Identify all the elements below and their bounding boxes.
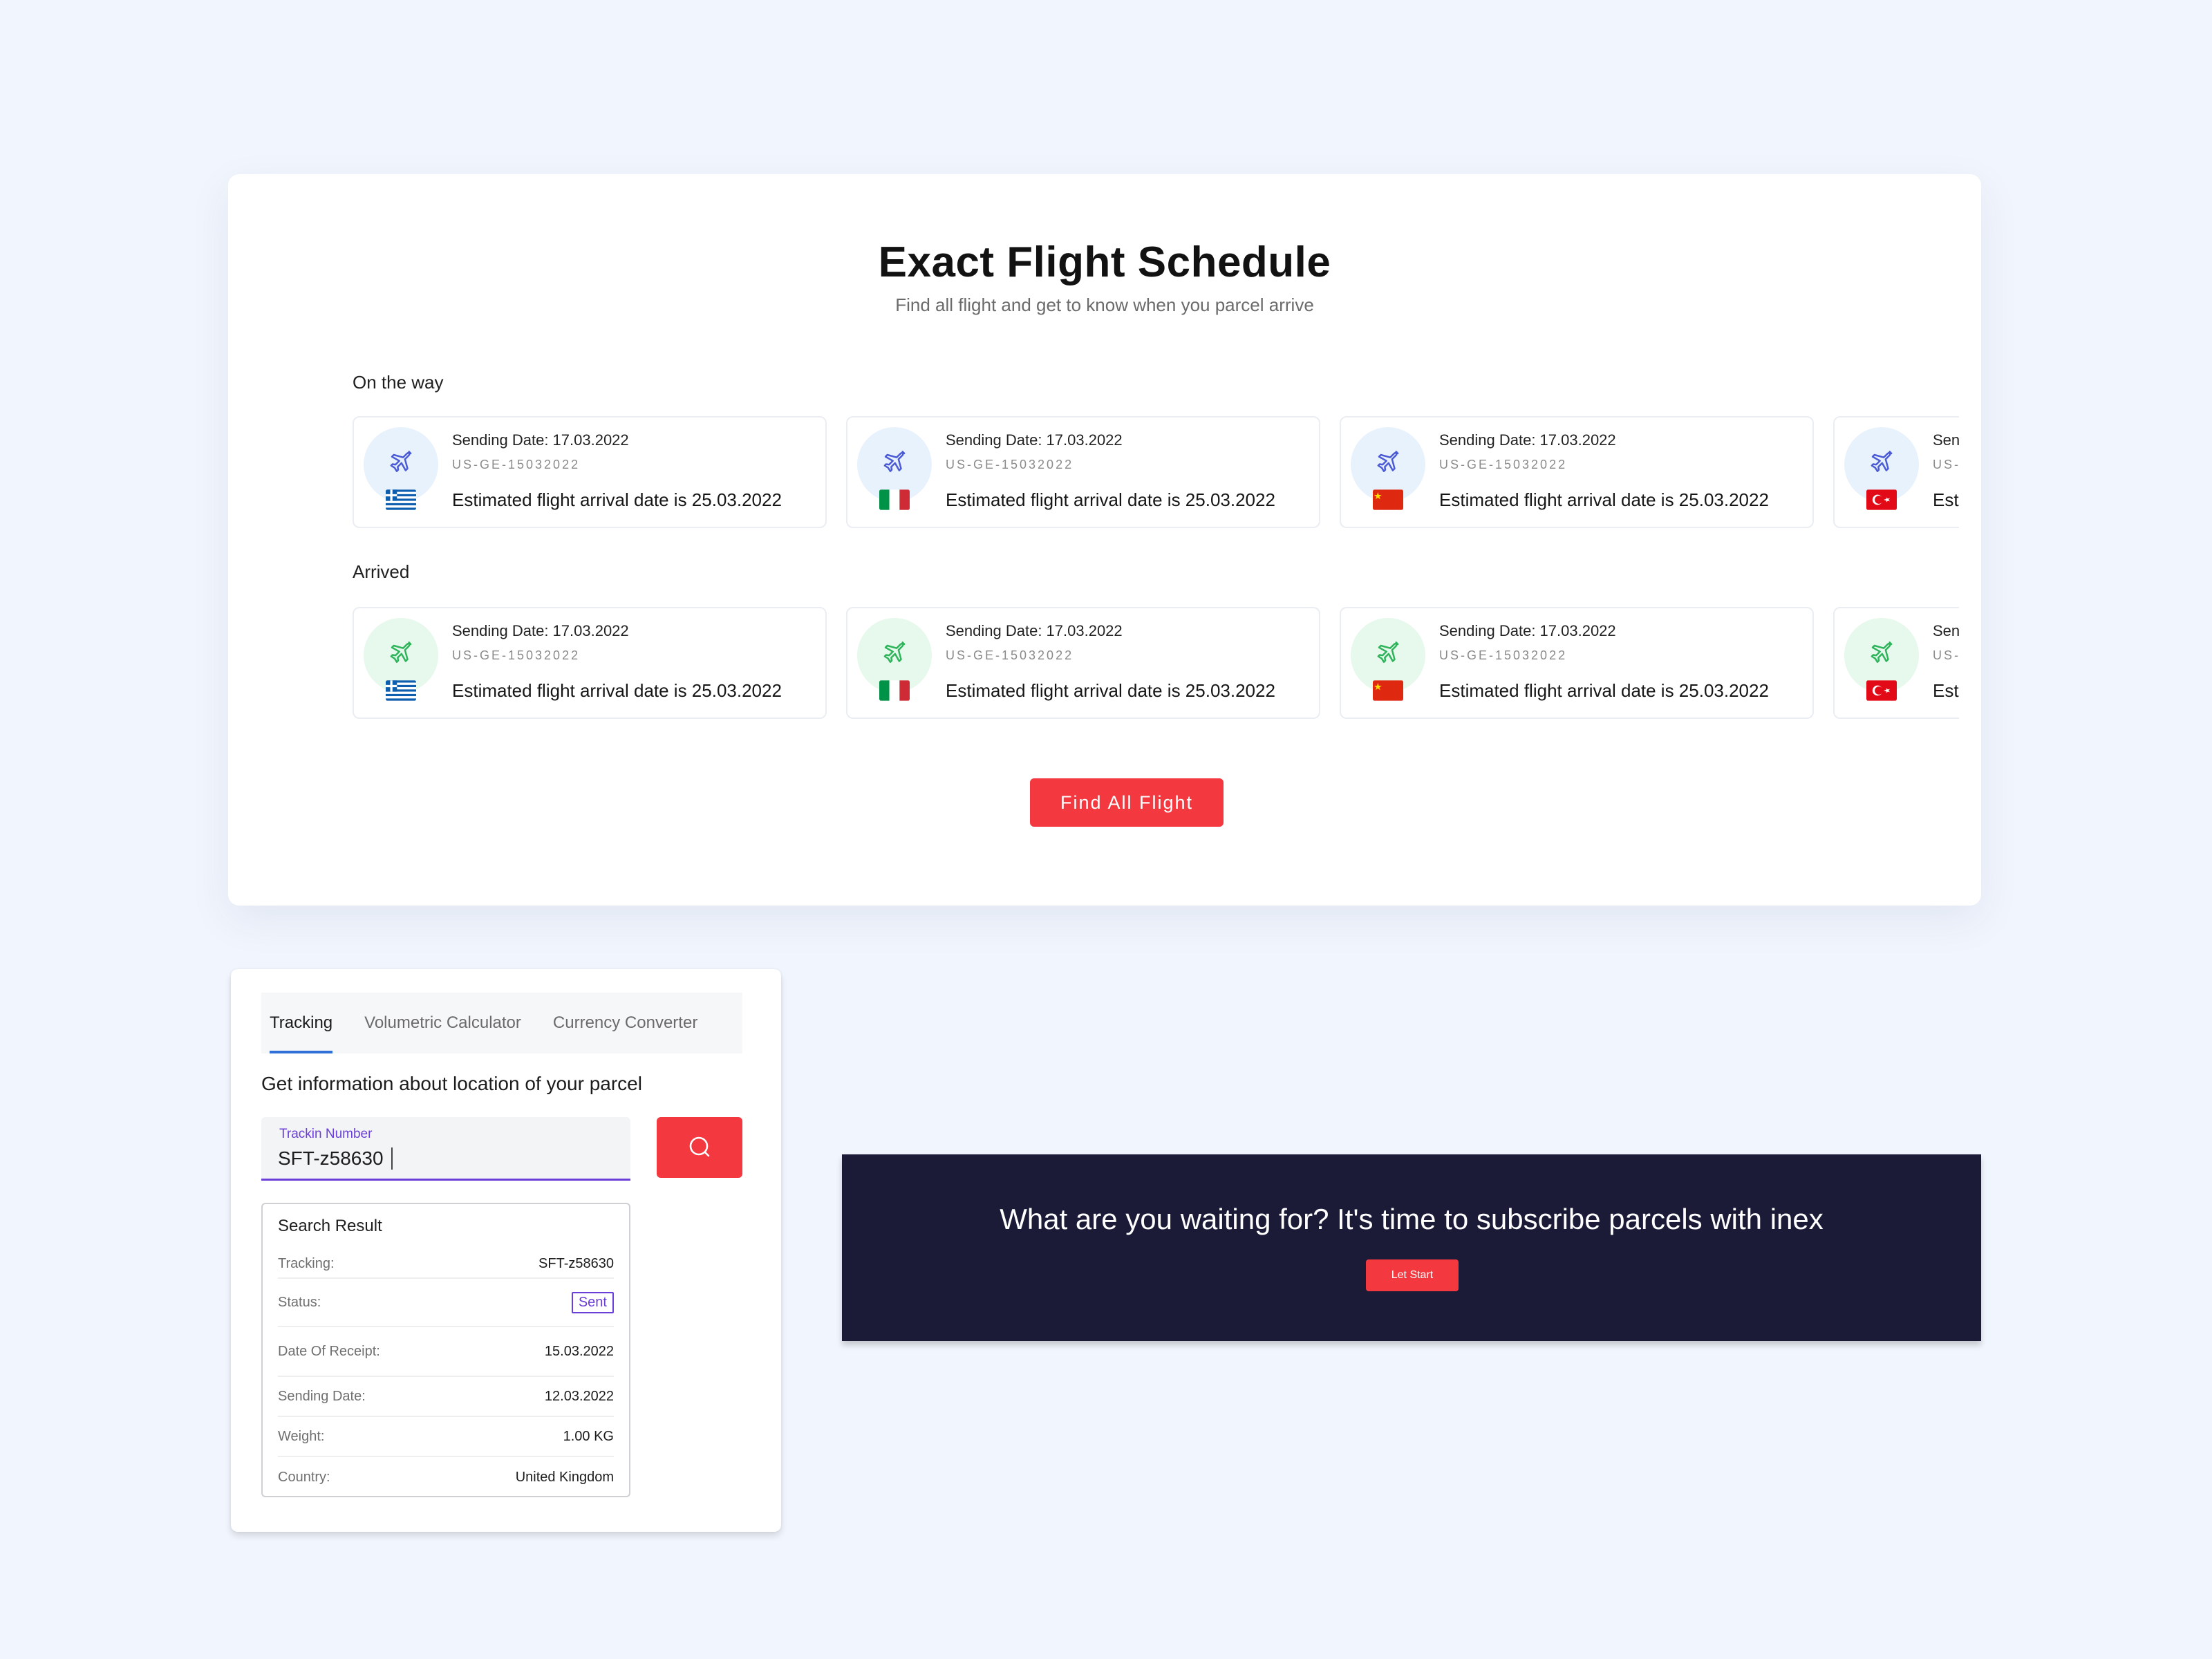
result-value: 12.03.2022 [544, 1388, 614, 1404]
tab-tracking[interactable]: Tracking [261, 993, 341, 1053]
tracking-tabs: Tracking Volumetric Calculator Currency … [261, 993, 742, 1053]
airplane-icon [387, 449, 415, 480]
result-label: Tracking: [278, 1255, 335, 1271]
let-start-button[interactable]: Let Start [1366, 1259, 1459, 1291]
tracking-heading: Get information about location of your p… [261, 1073, 642, 1094]
search-result-title: Search Result [278, 1217, 382, 1235]
sending-date: Sending Date: 17.03.2022 [946, 431, 1123, 449]
on-the-way-carousel[interactable]: Sending Date: 17.03.2022 US-GE-15032022 Es… [353, 416, 1959, 531]
flight-code: US-GE-15032022 [1933, 648, 1959, 662]
arrived-label: Arrived [353, 561, 410, 582]
sending-date: Sending Date: 17.03.2022 [452, 622, 629, 639]
search-button[interactable] [657, 1117, 742, 1178]
search-icon [686, 1133, 713, 1163]
airplane-icon [881, 640, 908, 671]
estimated-arrival: Estimated flight arrival date is 25.03.2… [946, 680, 1275, 701]
on-the-way-label: On the way [353, 372, 444, 393]
result-value: SFT-z58630 [538, 1255, 614, 1271]
flight-card[interactable]: Sending Date: 17.03.2022 US-GE-15032022 Es… [1833, 607, 1959, 719]
flight-code: US-GE-15032022 [946, 648, 1074, 662]
flight-card[interactable]: Sending Date: 17.03.2022 US-GE-15032022 Es… [353, 607, 827, 719]
result-label: Sending Date: [278, 1388, 366, 1404]
estimated-arrival: Estimated flight arrival date is 25.03.2… [946, 489, 1275, 510]
on-the-way-track: Sending Date: 17.03.2022 US-GE-15032022 Es… [353, 416, 1959, 531]
estimated-arrival: Estimated flight arrival date is 25.03.2… [452, 680, 782, 701]
text-cursor [391, 1147, 393, 1170]
tab-currency-converter[interactable]: Currency Converter [545, 993, 706, 1053]
tracking-widget: Tracking Volumetric Calculator Currency … [231, 969, 781, 1532]
estimated-arrival: Estimated flight arrival date is 25.03.2… [1439, 489, 1769, 510]
greece-flag [386, 489, 416, 510]
flight-card[interactable]: Sending Date: 17.03.2022 US-GE-15032022 Es… [1340, 416, 1814, 528]
estimated-arrival: Estimated flight arrival date is 25.03.2… [1933, 680, 1959, 701]
estimated-arrival: Estimated flight arrival date is 25.03.2… [1439, 680, 1769, 701]
airplane-icon [387, 640, 415, 671]
schedule-subtitle: Find all flight and get to know when you… [895, 294, 1314, 315]
flight-code: US-GE-15032022 [452, 458, 581, 471]
result-label: Date Of Receipt: [278, 1343, 380, 1359]
china-flag [1373, 489, 1403, 510]
tab-volumetric-calculator[interactable]: Volumetric Calculator [356, 993, 529, 1053]
result-row-date-of-receipt: Date Of Receipt: 15.03.2022 [278, 1327, 614, 1377]
airplane-icon [1374, 449, 1402, 480]
china-flag [1373, 680, 1403, 701]
italy-flag [879, 680, 910, 701]
flight-card[interactable]: Sending Date: 17.03.2022 US-GE-15032022 Es… [846, 607, 1320, 719]
turkey-flag [1866, 680, 1897, 701]
italy-flag [879, 489, 910, 510]
arrived-track: Sending Date: 17.03.2022 US-GE-15032022 Es… [353, 607, 1959, 722]
sending-date: Sending Date: 17.03.2022 [1933, 431, 1959, 449]
flight-schedule-card: Exact Flight Schedule Find all flight an… [228, 174, 1981, 906]
flight-card[interactable]: Sending Date: 17.03.2022 US-GE-15032022 Es… [1833, 416, 1959, 528]
result-label: Status: [278, 1294, 321, 1310]
subscribe-text: What are you waiting for? It's time to s… [1000, 1203, 1824, 1235]
flight-code: US-GE-15032022 [1933, 458, 1959, 471]
result-row-sending-date: Sending Date: 12.03.2022 [278, 1377, 614, 1417]
sending-date: Sending Date: 17.03.2022 [1439, 431, 1616, 449]
find-all-flight-button[interactable]: Find All Flight [1030, 778, 1224, 827]
result-row-tracking: Tracking: SFT-z58630 [278, 1250, 614, 1279]
result-label: Country: [278, 1469, 330, 1485]
airplane-icon [1868, 640, 1895, 671]
search-result-panel: Search Result Tracking: SFT-z58630 Statu… [261, 1203, 630, 1497]
estimated-arrival: Estimated flight arrival date is 25.03.2… [1933, 489, 1959, 510]
result-value: 1.00 KG [563, 1428, 614, 1444]
sending-date: Sending Date: 17.03.2022 [946, 622, 1123, 639]
airplane-icon [1374, 640, 1402, 671]
sending-date: Sending Date: 17.03.2022 [1439, 622, 1616, 639]
flight-card[interactable]: Sending Date: 17.03.2022 US-GE-15032022 Es… [353, 416, 827, 528]
status-badge: Sent [571, 1291, 614, 1313]
flight-code: US-GE-15032022 [452, 648, 581, 662]
flight-card[interactable]: Sending Date: 17.03.2022 US-GE-15032022 Es… [846, 416, 1320, 528]
flight-code: US-GE-15032022 [946, 458, 1074, 471]
sending-date: Sending Date: 17.03.2022 [452, 431, 629, 449]
tracking-number-label: Trackin Number [279, 1127, 373, 1141]
result-label: Weight: [278, 1428, 325, 1444]
result-value: 15.03.2022 [544, 1343, 614, 1359]
result-row-weight: Weight: 1.00 KG [278, 1417, 614, 1457]
tracking-number-field[interactable]: Trackin Number [261, 1117, 630, 1181]
result-row-status: Status: Sent [278, 1279, 614, 1327]
arrived-carousel[interactable]: Sending Date: 17.03.2022 US-GE-15032022 Es… [353, 607, 1959, 722]
schedule-title: Exact Flight Schedule [878, 238, 1331, 286]
greece-flag [386, 680, 416, 701]
flight-card[interactable]: Sending Date: 17.03.2022 US-GE-15032022 Es… [1340, 607, 1814, 719]
sending-date: Sending Date: 17.03.2022 [1933, 622, 1959, 639]
subscribe-banner: What are you waiting for? It's time to s… [842, 1154, 1981, 1341]
tracking-number-input[interactable] [278, 1145, 596, 1172]
result-row-country: Country: United Kingdom [278, 1457, 614, 1497]
flight-code: US-GE-15032022 [1439, 648, 1568, 662]
estimated-arrival: Estimated flight arrival date is 25.03.2… [452, 489, 782, 510]
airplane-icon [1868, 449, 1895, 480]
airplane-icon [881, 449, 908, 480]
flight-code: US-GE-15032022 [1439, 458, 1568, 471]
result-value: United Kingdom [515, 1469, 614, 1485]
turkey-flag [1866, 489, 1897, 510]
